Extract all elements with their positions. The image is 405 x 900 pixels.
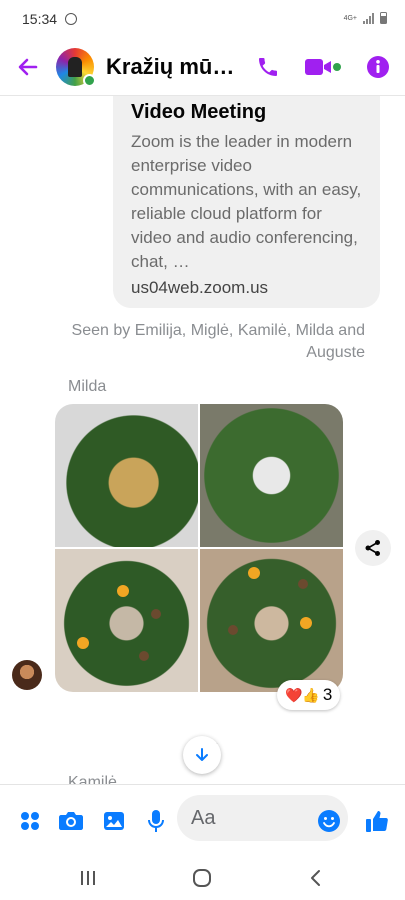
info-icon xyxy=(367,56,389,78)
orange-slice-decoration xyxy=(300,617,312,629)
home-button[interactable] xyxy=(182,862,222,894)
photo-wreath-4[interactable] xyxy=(200,549,343,692)
recent-apps-button[interactable] xyxy=(68,862,108,894)
network-type: 4G+ xyxy=(343,14,357,22)
orange-slice-decoration xyxy=(117,585,129,597)
info-button[interactable] xyxy=(365,54,391,80)
photo-wreath-1[interactable] xyxy=(55,404,198,547)
system-navigation-bar xyxy=(0,856,405,900)
message-list[interactable]: Video Meeting Zoom is the leader in mode… xyxy=(0,96,405,784)
chat-header: Kražių mū… xyxy=(0,38,405,96)
status-time: 15:34 xyxy=(22,11,58,27)
microphone-icon xyxy=(148,810,164,832)
pinecone-decoration xyxy=(139,651,149,661)
emoji-icon xyxy=(318,810,340,832)
camera-icon xyxy=(59,812,83,830)
pinecone-decoration xyxy=(151,609,161,619)
orange-slice-decoration xyxy=(77,637,89,649)
share-button[interactable] xyxy=(355,530,391,566)
link-preview-card[interactable]: Video Meeting Zoom is the leader in mode… xyxy=(113,96,380,308)
home-icon xyxy=(193,869,211,887)
sender-name: Milda xyxy=(68,378,107,395)
system-back-button[interactable] xyxy=(296,862,336,894)
thumbs-up-icon xyxy=(366,811,388,832)
back-arrow-icon xyxy=(18,58,38,75)
status-bar: 15:34 4G+ xyxy=(0,0,405,38)
signal-icon xyxy=(363,12,374,24)
pinecone-decoration xyxy=(228,625,238,635)
next-sender-name: Kamilė xyxy=(68,774,117,784)
more-actions-button[interactable] xyxy=(16,807,44,835)
video-camera-icon xyxy=(305,59,341,75)
group-avatar[interactable] xyxy=(56,47,96,87)
four-dots-icon xyxy=(21,812,39,830)
voice-message-button[interactable] xyxy=(142,807,170,835)
gallery-button[interactable] xyxy=(100,807,128,835)
messenger-notification-icon xyxy=(65,13,78,25)
pinecone-decoration xyxy=(298,579,308,589)
image-icon xyxy=(104,812,124,830)
arrow-down-icon xyxy=(196,748,208,761)
orange-slice-decoration xyxy=(248,567,260,579)
reaction-summary[interactable]: ❤️👍 3 xyxy=(277,680,341,710)
recent-apps-icon xyxy=(81,871,95,885)
back-button[interactable] xyxy=(0,38,56,96)
link-preview-description: Zoom is the leader in modern enterprise … xyxy=(131,132,362,271)
like-button[interactable] xyxy=(363,807,391,835)
photo-grid xyxy=(55,404,343,692)
share-icon xyxy=(365,540,380,556)
chevron-left-icon xyxy=(311,870,320,886)
link-preview-domain: us04web.zoom.us xyxy=(131,278,269,297)
emoji-button[interactable] xyxy=(315,807,343,835)
battery-icon xyxy=(380,12,387,24)
phone-icon xyxy=(259,58,277,76)
online-indicator xyxy=(83,73,96,87)
reaction-emojis: ❤️👍 xyxy=(285,686,320,703)
link-preview-title: Video Meeting xyxy=(131,101,267,123)
chat-title[interactable]: Kražių mū… xyxy=(106,54,246,80)
seen-by-receipt: Seen by Emilija, Miglė, Kamilė, Milda an… xyxy=(71,322,365,361)
voice-call-button[interactable] xyxy=(255,54,281,80)
sender-avatar[interactable] xyxy=(12,660,42,690)
photo-wreath-2[interactable] xyxy=(200,404,343,547)
camera-button[interactable] xyxy=(57,807,85,835)
message-composer xyxy=(0,784,405,856)
scroll-to-bottom-button[interactable] xyxy=(183,736,221,774)
reaction-count: 3 xyxy=(322,685,333,704)
video-call-button[interactable] xyxy=(303,54,343,80)
photo-wreath-3[interactable] xyxy=(55,549,198,692)
